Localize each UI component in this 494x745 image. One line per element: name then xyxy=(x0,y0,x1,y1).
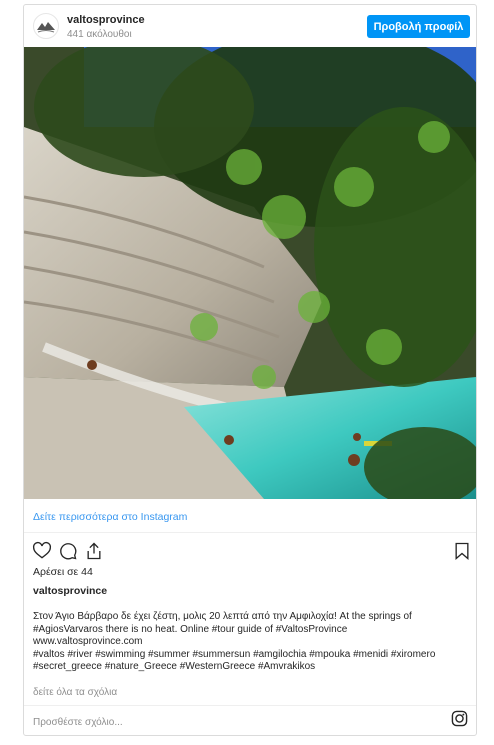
divider xyxy=(24,705,476,706)
share-icon[interactable] xyxy=(84,541,104,566)
like-count: Αρέσει σε 44 xyxy=(33,566,93,578)
view-all-comments-link[interactable]: δείτε όλα τα σχόλια xyxy=(33,687,117,698)
caption-line: Στον Άγιο Βάρβαρο δε έχει ζέστη, μολις 2… xyxy=(33,611,412,622)
instagram-icon[interactable] xyxy=(451,710,468,732)
post-header: valtosprovince 441 ακόλουθοι Προβολή προ… xyxy=(24,5,476,47)
valtos-logo-icon[interactable] xyxy=(33,13,59,39)
follower-count: 441 ακόλουθοι xyxy=(67,29,132,40)
post-caption: Στον Άγιο Βάρβαρο δε έχει ζέστη, μολις 2… xyxy=(33,611,471,674)
post-photo[interactable] xyxy=(24,47,476,499)
caption-line: #AgiosVarvaros there is no heat. Online … xyxy=(33,623,348,635)
instagram-embed: valtosprovince 441 ακόλουθοι Προβολή προ… xyxy=(23,4,477,736)
add-comment-field[interactable]: Προσθέστε σχόλιο... xyxy=(33,717,123,728)
caption-line: #secret_greece #nature_Greece #WesternGr… xyxy=(33,661,316,672)
view-profile-button[interactable]: Προβολή προφίλ xyxy=(367,15,470,38)
caption-line: www.valtosprovince.com xyxy=(33,636,143,647)
comment-icon[interactable] xyxy=(58,541,78,566)
caption-line: #valtos #river #swimming #summer #summer… xyxy=(33,648,436,660)
username[interactable]: valtosprovince xyxy=(67,14,145,26)
view-more-on-instagram-link[interactable]: Δείτε περισσότερα στο Instagram xyxy=(33,511,187,523)
bookmark-icon[interactable] xyxy=(452,541,472,566)
divider xyxy=(24,532,476,533)
heart-icon[interactable] xyxy=(32,541,52,566)
caption-author[interactable]: valtosprovince xyxy=(33,585,107,597)
